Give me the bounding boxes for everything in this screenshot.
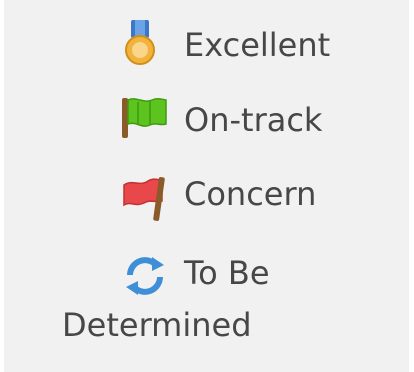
status-label-on-track: On-track (184, 101, 323, 139)
medal-icon (118, 20, 162, 65)
status-item-excellent[interactable]: Excellent (4, 0, 409, 80)
red-flag-icon (118, 171, 170, 223)
status-item-concern[interactable]: Concern (4, 165, 409, 235)
status-label-determined-line2: Determined (62, 306, 252, 344)
status-label-excellent: Excellent (184, 26, 331, 64)
status-item-on-track[interactable]: On-track (4, 88, 409, 158)
refresh-icon (122, 253, 168, 299)
status-label-to-be-line1: To Be (184, 254, 270, 292)
status-label-concern: Concern (184, 175, 317, 213)
status-item-to-be-determined[interactable]: To Be Determined (4, 245, 409, 355)
status-list-panel: Excellent On-track Concern To Be Determi… (4, 0, 409, 372)
green-flag-icon (116, 94, 168, 138)
